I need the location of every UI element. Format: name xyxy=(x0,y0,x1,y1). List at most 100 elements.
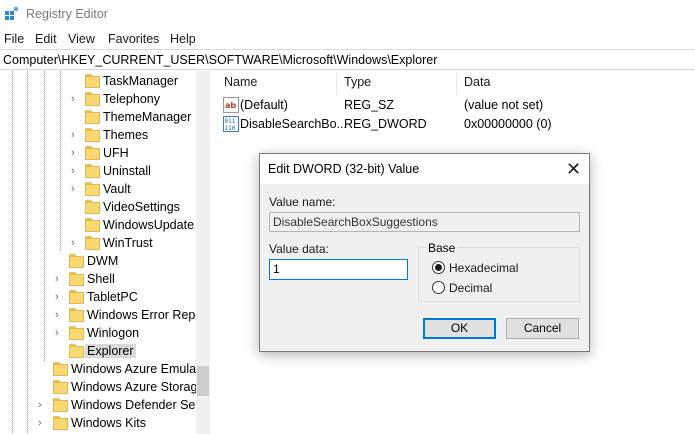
tree-item-windows-defender-security[interactable]: › Windows Defender Sec xyxy=(0,396,202,414)
tree-item-telephony[interactable]: › Telephony xyxy=(0,90,196,108)
chevron-right-icon[interactable]: › xyxy=(55,328,63,339)
decimal-label[interactable]: Decimal xyxy=(449,281,492,295)
tree-item-uninstall[interactable]: › Uninstall xyxy=(0,162,196,180)
dialog-title: Edit DWORD (32-bit) Value xyxy=(268,162,420,176)
chevron-right-icon[interactable]: › xyxy=(71,148,79,159)
svg-text:011: 011 xyxy=(225,118,236,125)
tree-item-windowsupdate[interactable]: WindowsUpdate xyxy=(0,216,196,234)
chevron-right-icon[interactable]: › xyxy=(71,238,79,249)
radio-selected-dot xyxy=(435,264,442,271)
chevron-right-icon[interactable]: › xyxy=(55,292,63,303)
column-header-type[interactable]: Type xyxy=(344,75,371,95)
tree-item-winlogon[interactable]: › Winlogon xyxy=(0,324,196,342)
chevron-right-icon[interactable]: › xyxy=(71,166,79,177)
folder-icon xyxy=(69,272,84,286)
folder-icon xyxy=(85,164,100,178)
tree-item-windows-azure-storage[interactable]: Windows Azure Storage xyxy=(0,378,204,396)
tree-item-thememanager[interactable]: ThemeManager xyxy=(0,108,196,126)
tree-item-wintrust[interactable]: › WinTrust xyxy=(0,234,196,252)
folder-icon xyxy=(53,362,68,376)
registry-editor-icon xyxy=(5,7,19,20)
binary-value-icon: 011 110 xyxy=(223,116,239,132)
folder-icon xyxy=(53,416,68,430)
value-name: (Default) xyxy=(240,98,288,112)
value-name: DisableSearchBo... xyxy=(240,117,348,131)
decimal-radio[interactable] xyxy=(432,281,445,294)
tree-item-windows-azure-emulator[interactable]: Windows Azure Emulat xyxy=(0,360,200,378)
folder-icon xyxy=(69,290,84,304)
value-data: (value not set) xyxy=(464,98,544,112)
chevron-right-icon[interactable]: › xyxy=(71,130,79,141)
chevron-right-icon[interactable]: › xyxy=(38,418,46,429)
column-header-name[interactable]: Name xyxy=(224,75,257,95)
tree-item-ufh[interactable]: › UFH xyxy=(0,144,196,162)
chevron-right-icon[interactable]: › xyxy=(55,274,63,285)
folder-icon xyxy=(69,326,84,340)
value-row-disablesearchboxsuggestions[interactable]: 011 110 DisableSearchBo... REG_DWORD 0x0… xyxy=(216,115,695,133)
address-path: Computer\HKEY_CURRENT_USER\SOFTWARE\Micr… xyxy=(3,53,438,67)
folder-icon xyxy=(85,200,100,214)
tree-scrollbar[interactable] xyxy=(196,71,210,434)
value-row-default[interactable]: ab (Default) REG_SZ (value not set) xyxy=(216,96,695,114)
tree-item-windows-kits[interactable]: › Windows Kits xyxy=(0,414,196,432)
cancel-button[interactable]: Cancel xyxy=(506,318,579,339)
tree-item-taskmanager[interactable]: TaskManager xyxy=(0,72,196,90)
folder-icon xyxy=(69,254,84,268)
folder-icon xyxy=(53,398,68,412)
value-data-input[interactable]: 1 xyxy=(269,259,408,280)
value-name-field: DisableSearchBoxSuggestions xyxy=(269,212,580,232)
tree-item-videosettings[interactable]: VideoSettings xyxy=(0,198,196,216)
folder-icon xyxy=(85,110,100,124)
menu-bar: File Edit View Favorites Help xyxy=(0,29,695,49)
column-header-data[interactable]: Data xyxy=(464,75,490,95)
menu-view[interactable]: View xyxy=(68,32,95,46)
chevron-right-icon[interactable]: › xyxy=(38,400,46,411)
menu-file[interactable]: File xyxy=(4,32,24,46)
folder-icon xyxy=(69,344,84,358)
folder-icon xyxy=(85,74,100,88)
chevron-right-icon[interactable]: › xyxy=(71,184,79,195)
tree-item-tabletpc[interactable]: › TabletPC xyxy=(0,288,196,306)
value-data: 0x00000000 (0) xyxy=(464,117,552,131)
svg-text:ab: ab xyxy=(225,101,236,110)
folder-icon xyxy=(69,308,84,322)
key-tree[interactable]: TaskManager › Telephony ThemeManager › T… xyxy=(0,71,210,434)
edit-dword-dialog: Edit DWORD (32-bit) Value ✕ Value name: … xyxy=(259,153,590,352)
menu-favorites[interactable]: Favorites xyxy=(108,32,159,46)
menu-help[interactable]: Help xyxy=(170,32,196,46)
chevron-right-icon[interactable]: › xyxy=(55,310,63,321)
address-bar[interactable]: Computer\HKEY_CURRENT_USER\SOFTWARE\Micr… xyxy=(0,49,695,70)
column-divider[interactable] xyxy=(336,73,337,95)
tree-item-explorer[interactable]: Explorer xyxy=(0,342,196,360)
value-name-label: Value name: xyxy=(269,195,336,209)
tree-item-vault[interactable]: › Vault xyxy=(0,180,196,198)
value-type: REG_DWORD xyxy=(344,117,427,131)
folder-icon xyxy=(85,218,100,232)
menu-edit[interactable]: Edit xyxy=(35,32,57,46)
folder-icon xyxy=(85,128,100,142)
scrollbar-thumb[interactable] xyxy=(197,366,209,396)
chevron-right-icon[interactable]: › xyxy=(71,94,79,105)
tree-item-dwm[interactable]: DWM xyxy=(0,252,196,270)
tree-item-themes[interactable]: › Themes xyxy=(0,126,196,144)
window-title: Registry Editor xyxy=(26,7,108,21)
folder-icon xyxy=(53,380,68,394)
svg-text:110: 110 xyxy=(225,125,236,132)
folder-icon xyxy=(85,146,100,160)
base-label: Base xyxy=(426,241,458,255)
folder-icon xyxy=(85,92,100,106)
dialog-title-bar[interactable]: Edit DWORD (32-bit) Value ✕ xyxy=(260,154,589,184)
tree-item-windows-error-reporting[interactable]: › Windows Error Repo xyxy=(0,306,202,324)
string-value-icon: ab xyxy=(223,97,239,113)
folder-icon xyxy=(85,182,100,196)
title-bar: Registry Editor xyxy=(0,0,695,28)
folder-icon xyxy=(85,236,100,250)
tree-item-shell[interactable]: › Shell xyxy=(0,270,196,288)
value-data-label: Value data: xyxy=(269,242,329,256)
hexadecimal-radio[interactable] xyxy=(432,261,445,274)
value-type: REG_SZ xyxy=(344,98,395,112)
close-icon[interactable]: ✕ xyxy=(558,154,589,184)
hexadecimal-label[interactable]: Hexadecimal xyxy=(449,261,518,275)
ok-button[interactable]: OK xyxy=(423,318,496,339)
column-divider[interactable] xyxy=(456,73,457,95)
